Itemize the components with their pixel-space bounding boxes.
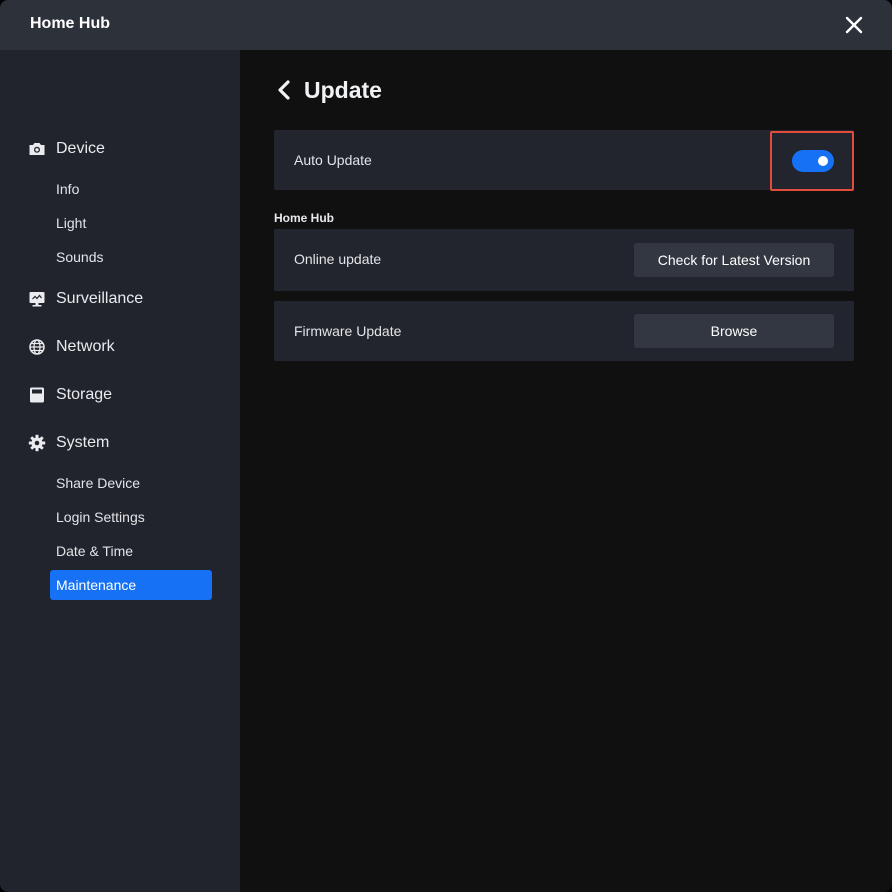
online-update-label: Online update — [294, 251, 382, 267]
app-title: Home Hub — [30, 15, 110, 32]
sidebar-group-label: Storage — [56, 386, 113, 403]
chevron-left-icon — [278, 80, 290, 100]
sidebar-group-label: Network — [56, 338, 115, 355]
browse-button[interactable]: Browse — [634, 314, 834, 348]
check-latest-version-button[interactable]: Check for Latest Version — [634, 243, 834, 277]
title-bar: Home Hub — [0, 0, 892, 50]
close-button[interactable] — [842, 13, 866, 37]
sidebar-group-system[interactable]: System — [28, 431, 109, 455]
monitor-icon — [28, 290, 46, 308]
firmware-update-label: Firmware Update — [294, 323, 402, 339]
back-button[interactable] — [274, 78, 294, 102]
sidebar-group-device[interactable]: Device — [28, 137, 105, 161]
toggle-knob — [818, 156, 828, 166]
sidebar-item-sounds[interactable]: Sounds — [50, 242, 212, 272]
sidebar-group-label: System — [56, 434, 110, 451]
sidebar-item-login-settings[interactable]: Login Settings — [50, 502, 212, 532]
sidebar-group-surveillance[interactable]: Surveillance — [28, 287, 143, 311]
sidebar-group-storage[interactable]: Storage — [28, 383, 112, 407]
gear-icon — [28, 434, 46, 452]
globe-icon — [28, 338, 46, 356]
sidebar-item-light[interactable]: Light — [50, 208, 212, 238]
close-icon — [845, 16, 863, 34]
auto-update-label: Auto Update — [294, 152, 372, 168]
sidebar-item-date-time[interactable]: Date & Time — [50, 536, 212, 566]
auto-update-highlight — [770, 131, 854, 191]
sidebar-group-label: Surveillance — [56, 290, 144, 307]
camera-icon — [28, 140, 46, 158]
section-label-home-hub: Home Hub — [274, 211, 334, 225]
sidebar-item-share-device[interactable]: Share Device — [50, 468, 212, 498]
settings-window: Home Hub Device Info Light Sounds Survei… — [0, 0, 892, 892]
auto-update-row: Auto Update — [274, 130, 854, 191]
storage-icon — [28, 386, 46, 404]
content-area: Update Auto Update Home Hub Online updat… — [240, 50, 892, 892]
sidebar: Device Info Light Sounds Surveillance Ne… — [0, 50, 240, 892]
page-header: Update — [274, 76, 382, 104]
sidebar-group-network[interactable]: Network — [28, 335, 115, 359]
online-update-row: Online update Check for Latest Version — [274, 229, 854, 291]
sidebar-group-label: Device — [56, 140, 105, 157]
sidebar-item-maintenance[interactable]: Maintenance — [50, 570, 212, 600]
auto-update-toggle[interactable] — [792, 150, 834, 172]
sidebar-item-info[interactable]: Info — [50, 174, 212, 204]
firmware-update-row: Firmware Update Browse — [274, 301, 854, 361]
page-title: Update — [304, 76, 382, 103]
